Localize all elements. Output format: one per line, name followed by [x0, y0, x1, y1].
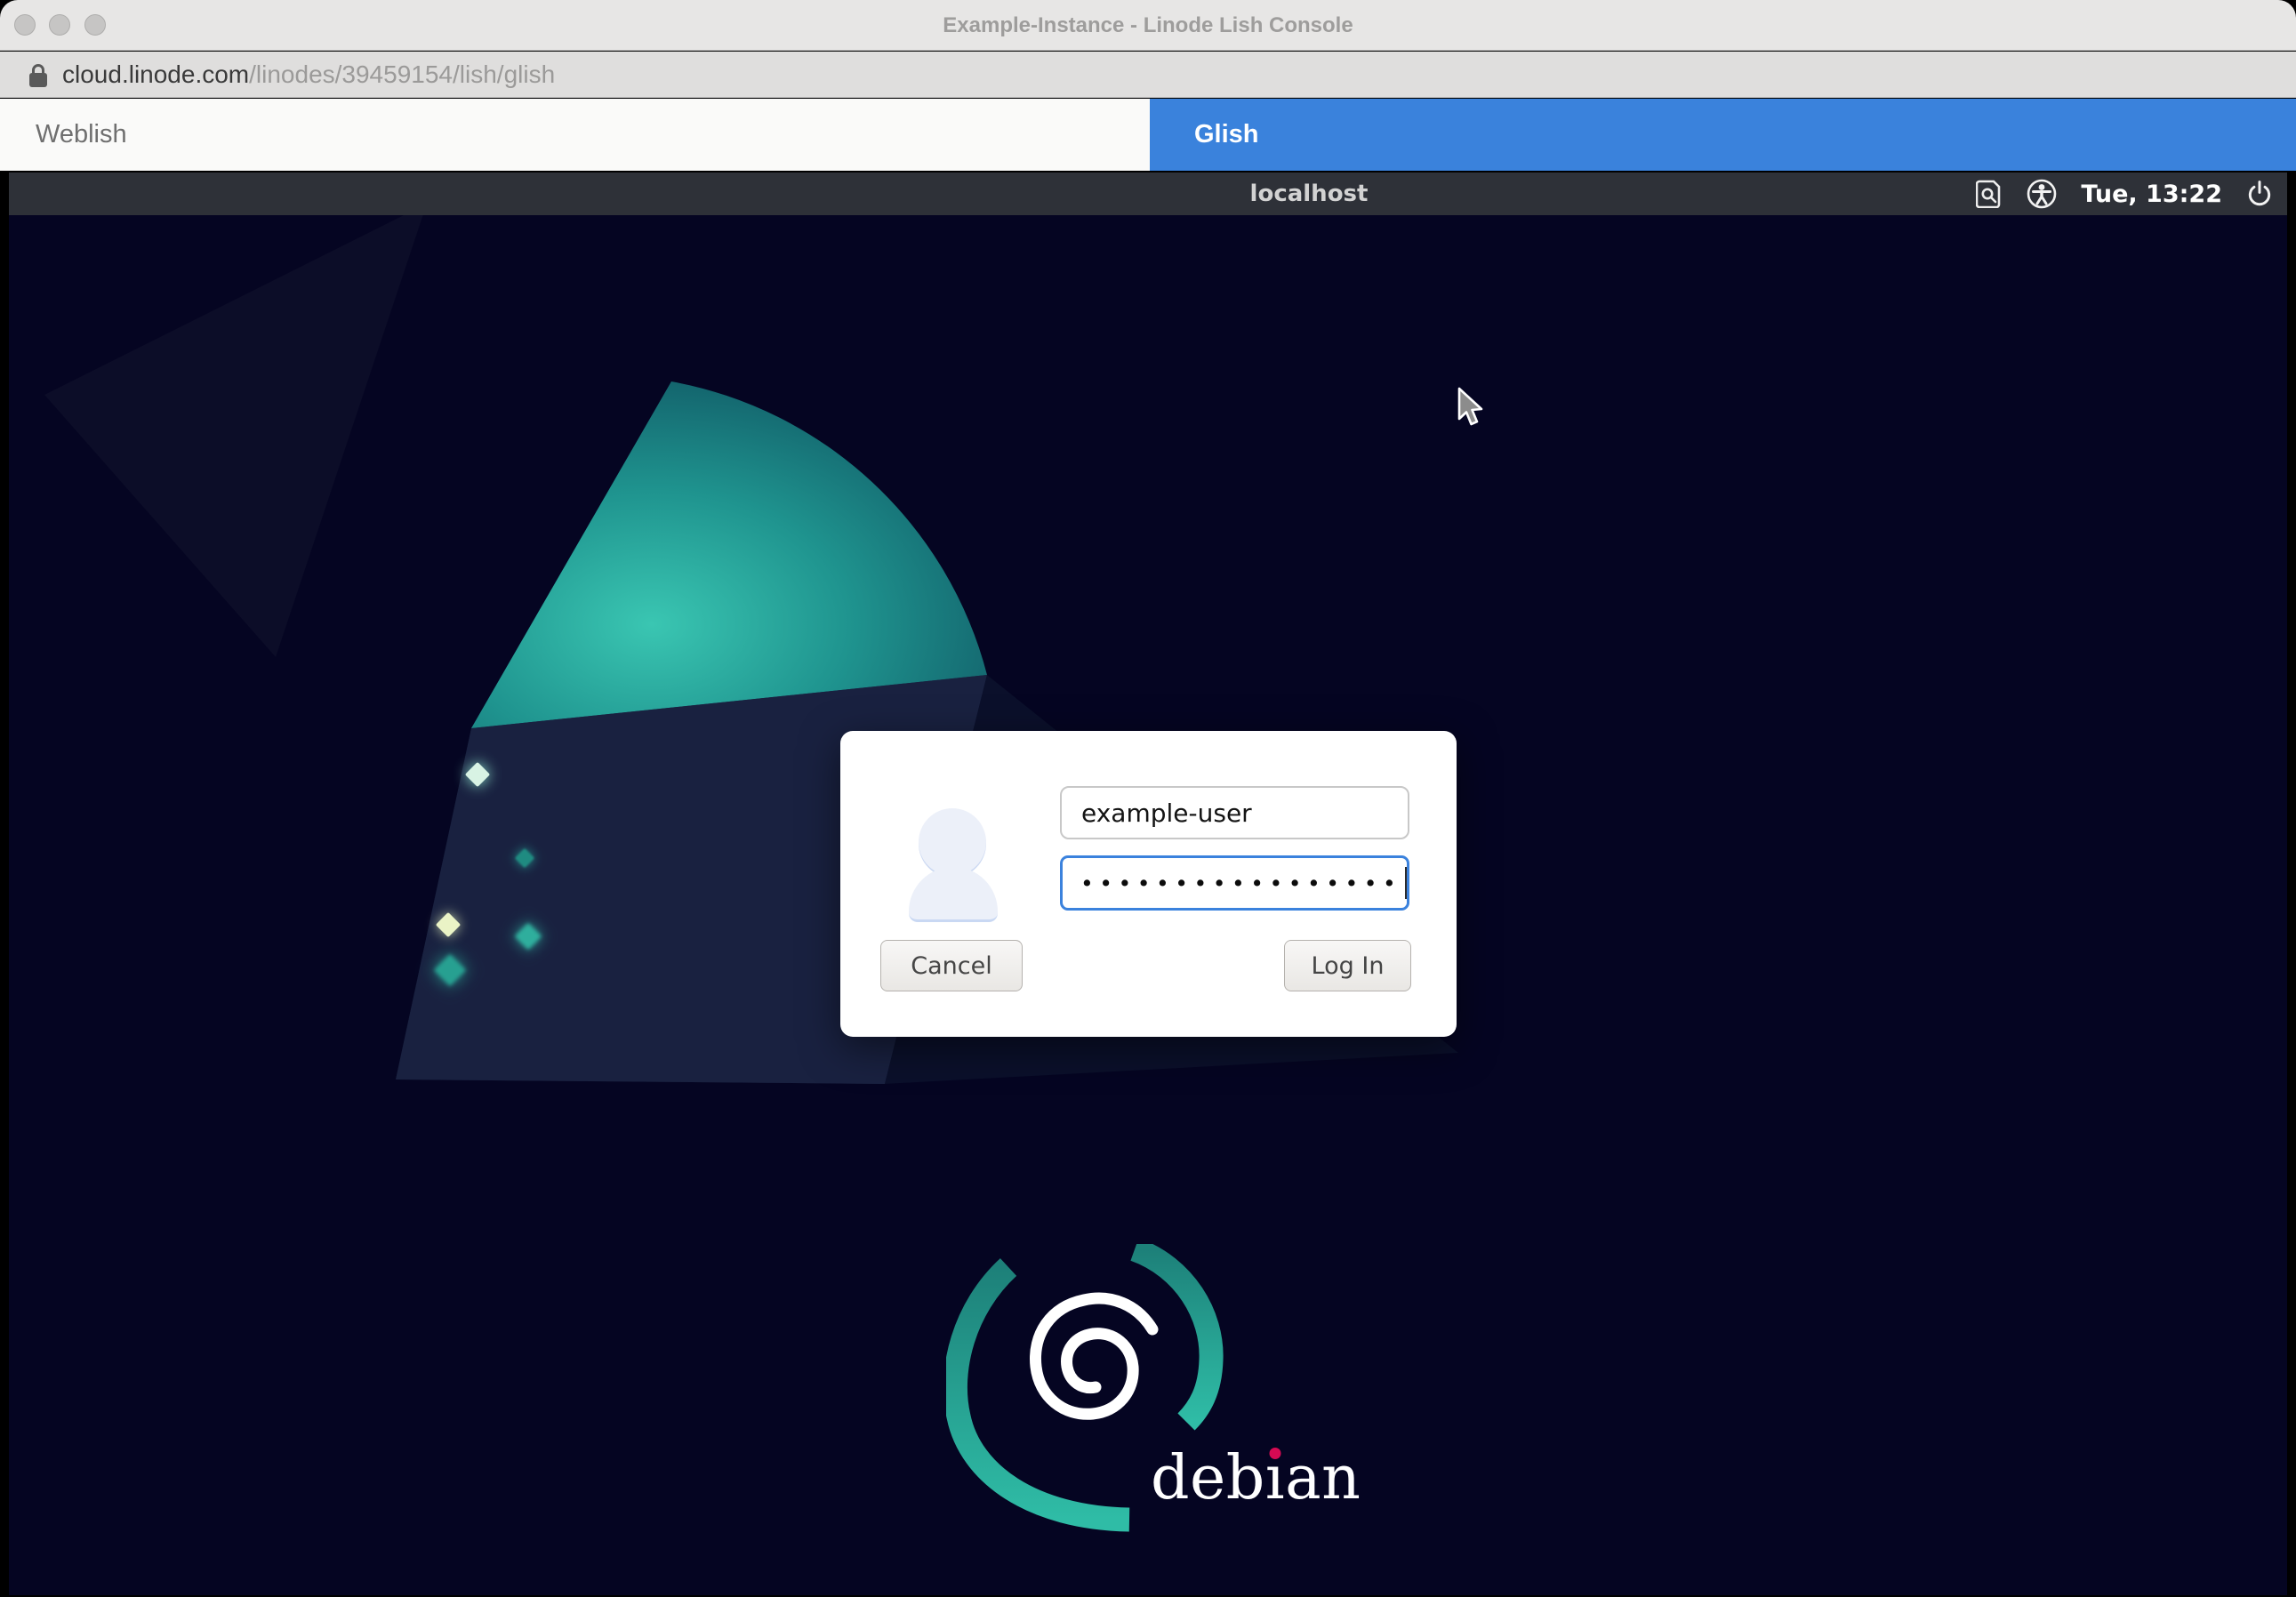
url-path: /linodes/39459154/lish/glish: [249, 60, 555, 88]
url-text: cloud.linode.com/linodes/39459154/lish/g…: [62, 52, 555, 98]
tab-weblish[interactable]: Weblish: [0, 99, 1150, 171]
user-avatar-icon: [909, 867, 998, 922]
screen-magnifier-icon[interactable]: [1976, 180, 2003, 208]
titlebar: Example-Instance - Linode Lish Console: [0, 0, 2296, 51]
gdm-top-bar: localhost Tue, 13:22: [9, 173, 2287, 215]
tab-weblish-label: Weblish: [36, 120, 127, 149]
glish-console-viewport: localhost Tue, 13:22: [0, 171, 2296, 1597]
browser-window: Example-Instance - Linode Lish Console c…: [0, 0, 2296, 1597]
wordmark-an: an: [1285, 1443, 1361, 1513]
clock-label: Tue, 13:22: [2081, 181, 2222, 208]
tab-glish-label: Glish: [1194, 120, 1259, 149]
url-host: cloud.linode.com: [62, 60, 249, 88]
lock-icon: [28, 63, 48, 88]
text-caret: [1405, 867, 1407, 899]
wordmark-i-red-dot: ı: [1265, 1443, 1285, 1513]
debian-logo: debıan: [946, 1244, 1329, 1546]
debian-wordmark: debıan: [1151, 1443, 1361, 1513]
hostname-label: localhost: [1250, 173, 1369, 215]
gdm-login-dialog: ••••••••••••••••••••• Cancel Log In: [840, 731, 1457, 1037]
password-input[interactable]: •••••••••••••••••••••: [1060, 855, 1409, 911]
lish-tab-bar: Weblish Glish: [0, 99, 2296, 171]
username-input[interactable]: [1060, 786, 1409, 839]
tab-glish[interactable]: Glish: [1150, 99, 2296, 171]
log-in-button-label: Log In: [1312, 952, 1385, 980]
password-masked-value: •••••••••••••••••••••: [1080, 871, 1403, 896]
accessibility-icon[interactable]: [2027, 179, 2057, 209]
cancel-button-label: Cancel: [911, 952, 991, 980]
gdm-status-area: Tue, 13:22: [1976, 173, 2273, 215]
power-icon[interactable]: [2246, 180, 2273, 208]
window-title: Example-Instance - Linode Lish Console: [0, 0, 2296, 51]
log-in-button[interactable]: Log In: [1284, 940, 1411, 991]
cancel-button[interactable]: Cancel: [880, 940, 1023, 991]
remote-screen: localhost Tue, 13:22: [9, 173, 2287, 1595]
address-bar[interactable]: cloud.linode.com/linodes/39459154/lish/g…: [0, 52, 2296, 98]
user-avatar-icon: [919, 808, 986, 876]
mouse-cursor: [1457, 387, 1487, 429]
wordmark-deb: deb: [1151, 1443, 1265, 1513]
